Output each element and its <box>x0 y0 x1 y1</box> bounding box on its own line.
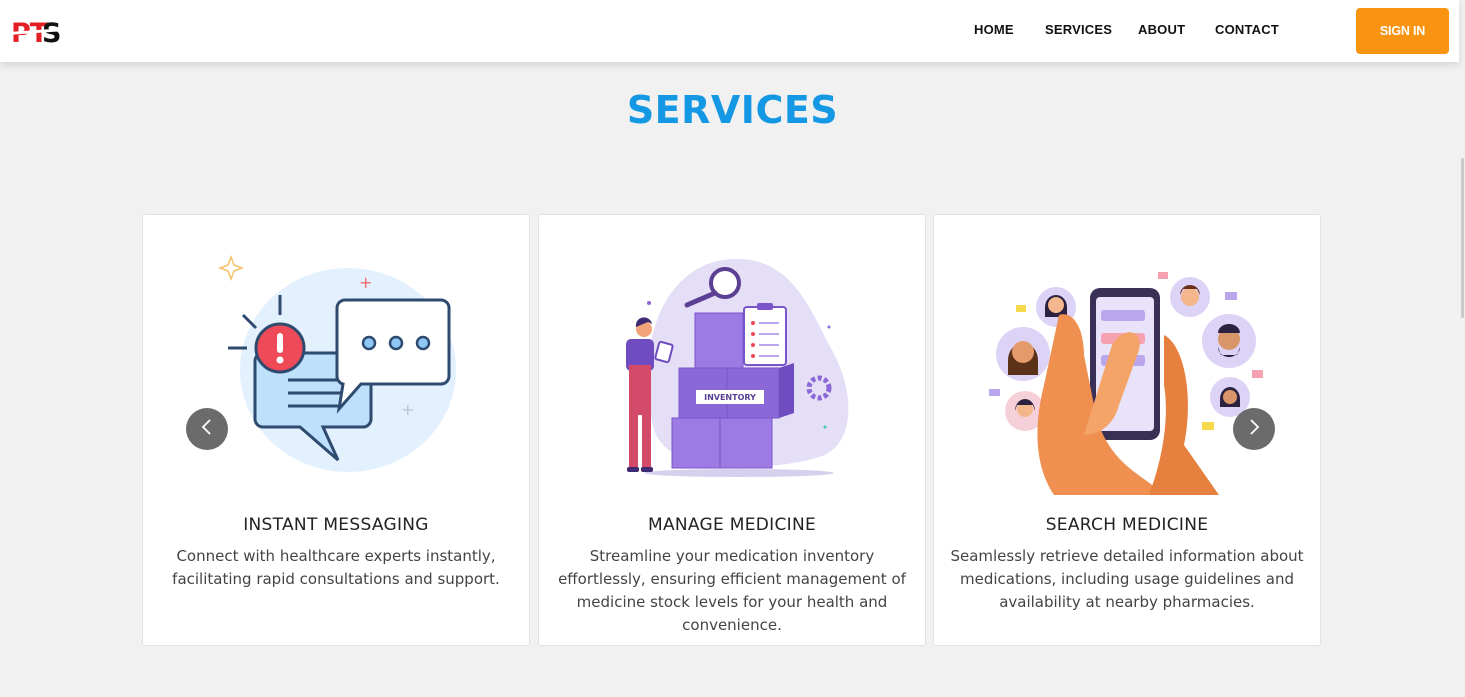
card-title: INSTANT MESSAGING <box>243 515 429 535</box>
carousel-next-button[interactable] <box>1233 408 1275 450</box>
card-description: Connect with healthcare experts instantl… <box>172 547 500 588</box>
phone-search-illustration <box>934 235 1320 515</box>
card-title: SEARCH MEDICINE <box>1045 515 1209 535</box>
chevron-left-icon <box>200 418 214 440</box>
sign-in-button[interactable]: SIGN IN <box>1356 8 1449 54</box>
card-description: Seamlessly retrieve detailed information… <box>950 547 1304 611</box>
svg-text:+: + <box>401 400 414 419</box>
carousel-prev-button[interactable] <box>186 408 228 450</box>
service-card-manage-medicine: INVENTORY MANAGE MEDICINE Streamline you… <box>538 214 926 646</box>
nav-about[interactable]: ABOUT <box>1138 22 1185 37</box>
top-navbar: PT S HOME SERVICES ABOUT CONTACT SIGN IN <box>0 0 1459 62</box>
svg-text:S: S <box>42 18 61 48</box>
chevron-right-icon <box>1247 418 1261 440</box>
svg-text:+: + <box>359 273 372 292</box>
inventory-illustration: INVENTORY <box>539 235 925 515</box>
nav-home[interactable]: HOME <box>974 22 1014 37</box>
chat-alert-illustration: + + <box>143 235 529 515</box>
section-title: SERVICES <box>626 88 839 132</box>
inventory-label: INVENTORY <box>704 393 756 402</box>
card-title: MANAGE MEDICINE <box>647 515 817 535</box>
nav-contact[interactable]: CONTACT <box>1215 22 1279 37</box>
nav-services[interactable]: SERVICES <box>1045 22 1112 37</box>
pts-logo[interactable]: PT S <box>10 16 67 49</box>
card-description: Streamline your medication inventory eff… <box>558 547 906 634</box>
scrollbar-thumb[interactable] <box>1461 158 1464 318</box>
